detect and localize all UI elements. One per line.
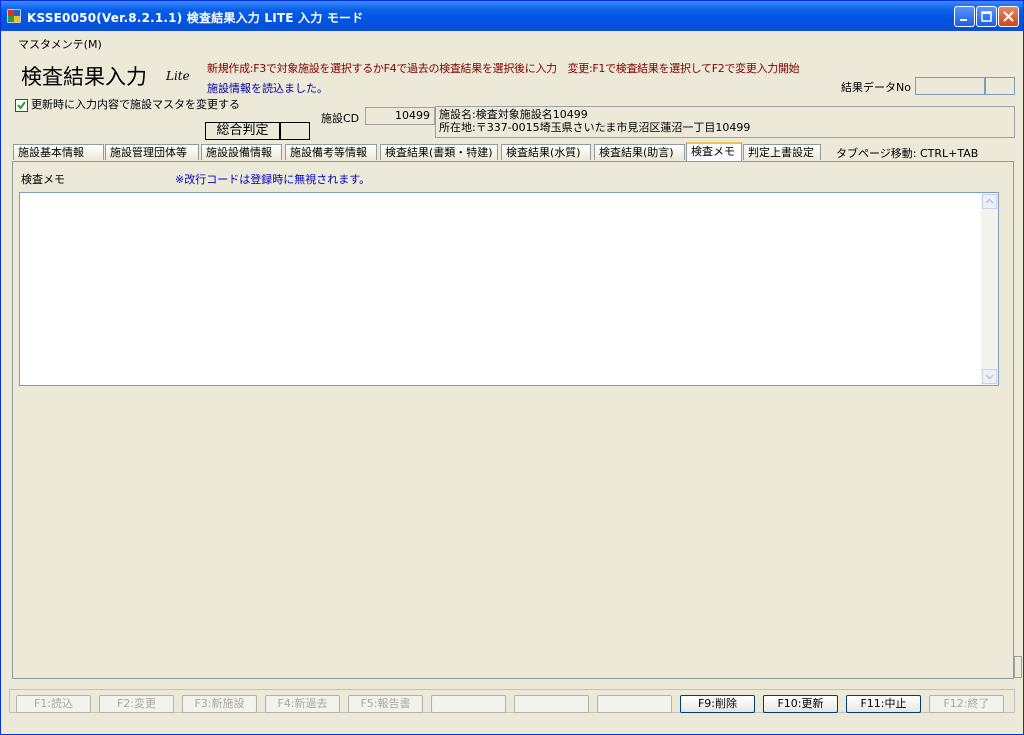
tab-inspection-memo[interactable]: 検査メモ — [686, 142, 742, 161]
close-button[interactable] — [998, 6, 1019, 27]
tab-judgement-override[interactable]: 判定上書設定 — [743, 144, 821, 160]
f1-load-button[interactable]: F1:読込 — [16, 695, 91, 713]
menu-bar: マスタメンテ(M) — [4, 32, 1020, 52]
f6-button[interactable] — [431, 695, 506, 713]
minimize-button[interactable] — [954, 6, 975, 27]
facility-name: 施設名:検査対象施設名10499 — [439, 108, 588, 121]
memo-scrollbar[interactable] — [981, 193, 998, 385]
facility-cd-field: 10499 — [365, 107, 435, 125]
app-icon — [7, 9, 21, 23]
overall-judgement-field — [280, 122, 310, 140]
update-master-checkbox[interactable]: 更新時に入力内容で施設マスタを変更する — [15, 96, 240, 112]
minimize-icon — [960, 19, 967, 21]
tab-result-water[interactable]: 検査結果(水質) — [501, 144, 591, 160]
facility-address: 所在地:〒337-0015埼玉県さいたま市見沼区蓮沼一丁目10499 — [439, 121, 751, 134]
title-bar[interactable]: KSSE0050(Ver.8.2.1.1) 検査結果入力 LITE 入力 モード — [1, 1, 1023, 31]
f4-new-past-button[interactable]: F4:新過去 — [265, 695, 340, 713]
tab-shortcut-hint: タブページ移動: CTRL+TAB — [836, 147, 979, 160]
facility-info-box: 施設名:検査対象施設名10499 所在地:〒337-0015埼玉県さいたま市見沼… — [435, 106, 1015, 138]
page-title: 検査結果入力 — [21, 65, 147, 89]
chevron-down-icon — [985, 374, 994, 380]
menu-item-master[interactable]: マスタメンテ(M) — [18, 36, 102, 52]
f9-delete-button[interactable]: F9:削除 — [680, 695, 755, 713]
tab-result-documents[interactable]: 検査結果(書類・特建) — [380, 144, 498, 160]
operation-hint: 新規作成:F3で対象施設を選択するかF4で過去の検査結果を選択後に入力 変更:F… — [207, 62, 800, 75]
memo-label: 検査メモ — [21, 173, 65, 186]
lite-label: Lite — [166, 69, 190, 83]
checkbox-box[interactable] — [15, 98, 28, 112]
result-no-suffix-field — [985, 77, 1015, 95]
checkmark-icon — [17, 100, 26, 110]
tab-result-advice[interactable]: 検査結果(助言) — [594, 144, 685, 160]
scroll-down-button[interactable] — [982, 369, 997, 384]
chevron-up-icon — [985, 198, 994, 204]
f11-cancel-button[interactable]: F11:中止 — [846, 695, 921, 713]
app-window: KSSE0050(Ver.8.2.1.1) 検査結果入力 LITE 入力 モード… — [0, 0, 1024, 735]
update-master-label: 更新時に入力内容で施設マスタを変更する — [31, 98, 240, 111]
function-key-bar: F1:読込 F2:変更 F3:新施設 F4:新過去 F5:報告書 F9:削除 F… — [9, 689, 1015, 713]
result-no-label: 結果データNo — [841, 81, 911, 94]
maximize-icon — [981, 11, 992, 22]
f12-exit-button[interactable]: F12:終了 — [929, 695, 1004, 713]
f10-update-button[interactable]: F10:更新 — [763, 695, 838, 713]
memo-note: ※改行コードは登録時に無視されます。 — [175, 173, 371, 186]
f2-edit-button[interactable]: F2:変更 — [99, 695, 174, 713]
f3-new-facility-button[interactable]: F3:新施設 — [182, 695, 257, 713]
result-no-field — [915, 77, 985, 95]
overall-judgement-label: 総合判定 — [205, 122, 280, 140]
f7-button[interactable] — [514, 695, 589, 713]
window-title: KSSE0050(Ver.8.2.1.1) 検査結果入力 LITE 入力 モード — [27, 11, 364, 25]
memo-textarea[interactable] — [19, 192, 999, 386]
tab-facility-basic[interactable]: 施設基本情報 — [13, 144, 104, 160]
side-status-strip — [1014, 656, 1022, 678]
status-message: 施設情報を読込ました。 — [207, 82, 328, 95]
facility-cd-label: 施設CD — [321, 112, 360, 125]
tab-facility-management[interactable]: 施設管理団体等 — [105, 144, 199, 160]
f8-button[interactable] — [597, 695, 672, 713]
tab-facility-equipment[interactable]: 施設設備情報 — [201, 144, 282, 160]
scroll-up-button[interactable] — [982, 194, 997, 209]
tab-facility-notes[interactable]: 施設備考等情報 — [285, 144, 377, 160]
maximize-button[interactable] — [976, 6, 997, 27]
f5-report-button[interactable]: F5:報告書 — [348, 695, 423, 713]
close-icon — [1003, 11, 1014, 22]
